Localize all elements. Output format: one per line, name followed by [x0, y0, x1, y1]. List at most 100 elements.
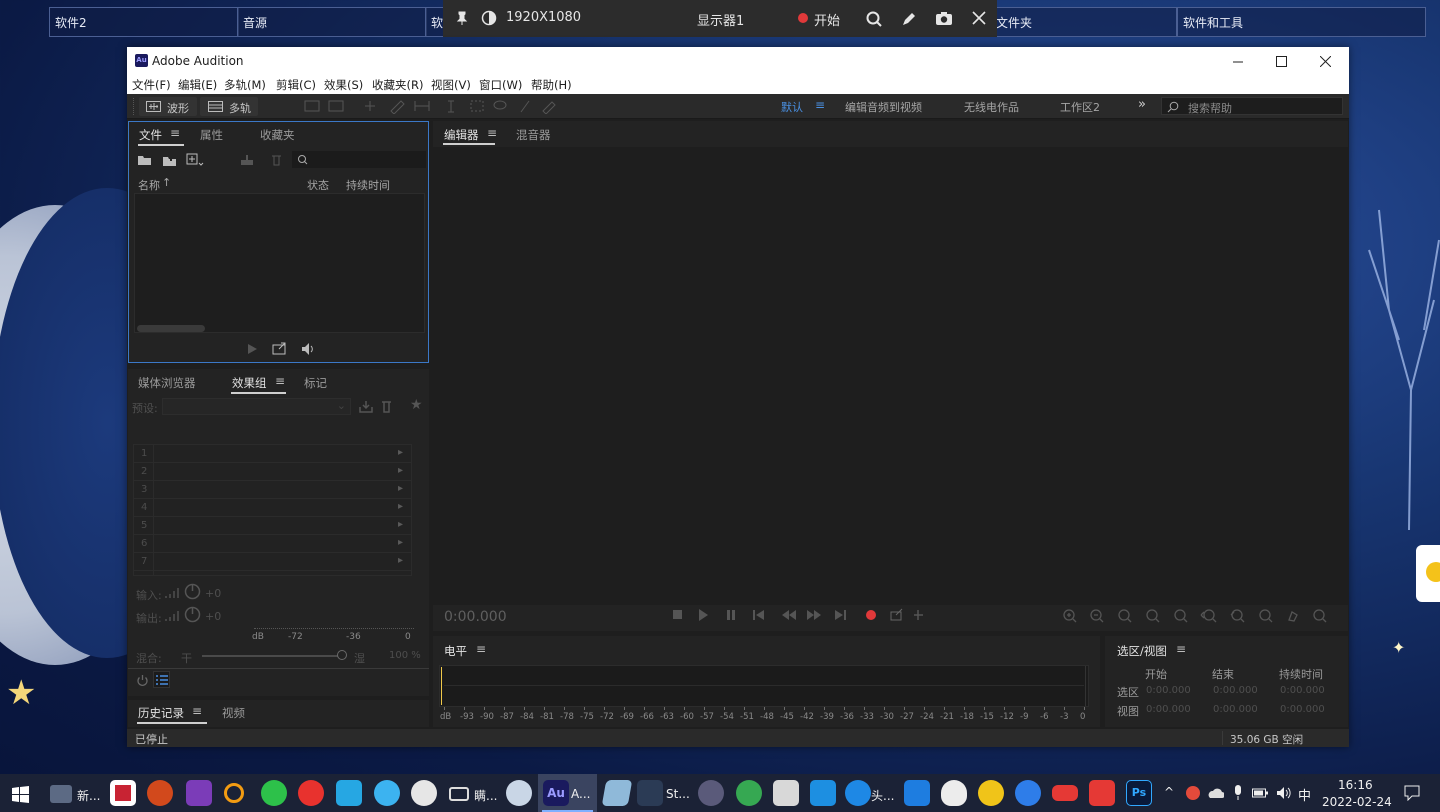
transport-controls[interactable]: [671, 608, 937, 622]
favorite-star-icon[interactable]: ★: [410, 397, 423, 413]
multitrack-view-button[interactable]: 多轨: [200, 97, 258, 116]
menu-window[interactable]: 窗口(W): [479, 77, 522, 93]
app-icon-gray[interactable]: [411, 780, 437, 806]
selection-duration-field[interactable]: 0:00.000: [1280, 685, 1325, 696]
editor-menu-icon[interactable]: ≡: [487, 126, 497, 140]
toolbar-grip[interactable]: [133, 98, 135, 115]
tab-video[interactable]: 视频: [222, 705, 245, 721]
list-view-button[interactable]: [153, 671, 170, 688]
menu-clip[interactable]: 剪辑(C): [276, 77, 316, 93]
tray-app-icon[interactable]: [1186, 786, 1200, 800]
menu-help[interactable]: 帮助(H): [531, 77, 572, 93]
menu-effects[interactable]: 效果(S): [324, 77, 363, 93]
title-bar[interactable]: Au Adobe Audition: [127, 47, 1349, 76]
tab-mixer[interactable]: 混音器: [516, 127, 551, 143]
netease-music-icon[interactable]: [298, 780, 324, 806]
app-icon-mountain[interactable]: [904, 780, 930, 806]
workspace-menu-icon[interactable]: ≡: [815, 98, 825, 112]
window-close-icon[interactable]: [1320, 56, 1331, 67]
onenote-icon[interactable]: [186, 780, 212, 806]
workspace-default[interactable]: 默认: [781, 99, 803, 115]
more-workspaces-icon[interactable]: »: [1138, 97, 1146, 112]
pin-icon[interactable]: [456, 11, 468, 25]
view-duration-field[interactable]: 0:00.000: [1280, 704, 1325, 715]
file-list[interactable]: [134, 193, 425, 333]
view-end-field[interactable]: 0:00.000: [1213, 704, 1258, 715]
effect-slot[interactable]: 2 ▸: [134, 463, 411, 481]
desktop-tile-2[interactable]: 音源: [237, 7, 427, 37]
zoom-tools[interactable]: [1061, 608, 1341, 624]
workspace-video-edit[interactable]: 编辑音频到视频: [845, 99, 922, 115]
selection-menu-icon[interactable]: ≡: [1176, 642, 1186, 656]
slot-expand-icon[interactable]: ▸: [398, 447, 403, 458]
tab-effects-rack[interactable]: 效果组: [232, 375, 267, 391]
file-filter-input[interactable]: [292, 151, 426, 168]
workspace-2[interactable]: 工作区2: [1060, 99, 1100, 115]
mix-slider-handle[interactable]: [337, 650, 347, 660]
input-gain-knob[interactable]: [184, 583, 201, 600]
slot-expand-icon[interactable]: ▸: [398, 537, 403, 548]
open-folder-icon[interactable]: [137, 154, 153, 166]
audition-taskbar-button[interactable]: Au A...: [538, 774, 597, 812]
powerpoint-icon[interactable]: [147, 780, 173, 806]
delete-icon[interactable]: [271, 154, 282, 166]
preset-select[interactable]: ⌄: [162, 398, 351, 415]
close-icon[interactable]: [972, 11, 986, 25]
menu-view[interactable]: 视图(V): [431, 77, 471, 93]
effect-slot[interactable]: 7 ▸: [134, 553, 411, 571]
taskbar-app-label-3[interactable]: St...: [666, 787, 690, 801]
effects-panel-menu-icon[interactable]: ≡: [275, 374, 285, 388]
menu-multitrack[interactable]: 多轨(M): [224, 77, 266, 93]
effect-slot[interactable]: 4 ▸: [134, 499, 411, 517]
steam-like-icon[interactable]: [637, 780, 663, 806]
search-zoom-icon[interactable]: [866, 11, 882, 27]
desktop-tile-1[interactable]: 软件2: [49, 7, 239, 37]
file-list-scrollbar[interactable]: [137, 325, 205, 332]
tab-favorites[interactable]: 收藏夹: [260, 127, 295, 143]
selection-end-field[interactable]: 0:00.000: [1213, 685, 1258, 696]
clock-date[interactable]: 2022-02-24: [1322, 795, 1392, 809]
resolution-label[interactable]: 1920X1080: [506, 10, 581, 25]
auto-play-icon[interactable]: [299, 342, 317, 356]
app-icon-palette[interactable]: [506, 780, 532, 806]
side-widget[interactable]: [1416, 545, 1440, 602]
app-icon-yellow[interactable]: [978, 780, 1004, 806]
new-file-icon[interactable]: [186, 153, 204, 167]
slot-expand-icon[interactable]: ▸: [398, 501, 403, 512]
waveform-area[interactable]: [433, 147, 1348, 605]
wechat-icon[interactable]: [261, 780, 287, 806]
explorer-app-icon[interactable]: [50, 785, 72, 803]
app-icon-green[interactable]: [736, 780, 762, 806]
files-panel-menu-icon[interactable]: ≡: [170, 126, 180, 140]
history-menu-icon[interactable]: ≡: [192, 704, 202, 718]
slot-expand-icon[interactable]: ▸: [398, 465, 403, 476]
effect-slot[interactable]: 1 ▸: [134, 445, 411, 463]
app-icon-blue-circle[interactable]: [1015, 780, 1041, 806]
tool-strip[interactable]: [303, 99, 565, 114]
clock-time[interactable]: 16:16: [1338, 778, 1373, 792]
effect-slot[interactable]: 3 ▸: [134, 481, 411, 499]
browser-icon[interactable]: [845, 780, 871, 806]
microphone-icon[interactable]: [1233, 784, 1243, 801]
photoshop-icon[interactable]: Ps: [1126, 780, 1152, 806]
insert-icon[interactable]: [240, 154, 256, 166]
workspace-radio[interactable]: 无线电作品: [964, 99, 1019, 115]
menu-favorites[interactable]: 收藏夹(R): [372, 77, 423, 93]
tab-files[interactable]: 文件: [139, 127, 162, 143]
app-icon-store[interactable]: [810, 780, 836, 806]
record-start-button[interactable]: 开始: [814, 10, 840, 29]
desktop-tile-4[interactable]: 文件夹: [990, 7, 1177, 37]
pen-icon[interactable]: [901, 11, 917, 27]
effect-slot[interactable]: 5 ▸: [134, 517, 411, 535]
import-icon[interactable]: [162, 154, 178, 167]
loop-icon[interactable]: [272, 342, 288, 355]
cloud-app-icon[interactable]: [336, 780, 362, 806]
app-icon-blue-paper[interactable]: [601, 780, 633, 806]
delete-preset-icon[interactable]: [381, 400, 392, 413]
slot-expand-icon[interactable]: ▸: [398, 483, 403, 494]
taskbar-app-label-2[interactable]: 瞒...: [474, 787, 497, 804]
waveform-view-button[interactable]: 波形: [139, 97, 197, 116]
tab-media-browser[interactable]: 媒体浏览器: [138, 375, 196, 391]
play-icon[interactable]: [246, 343, 258, 355]
piano-icon[interactable]: [773, 780, 799, 806]
